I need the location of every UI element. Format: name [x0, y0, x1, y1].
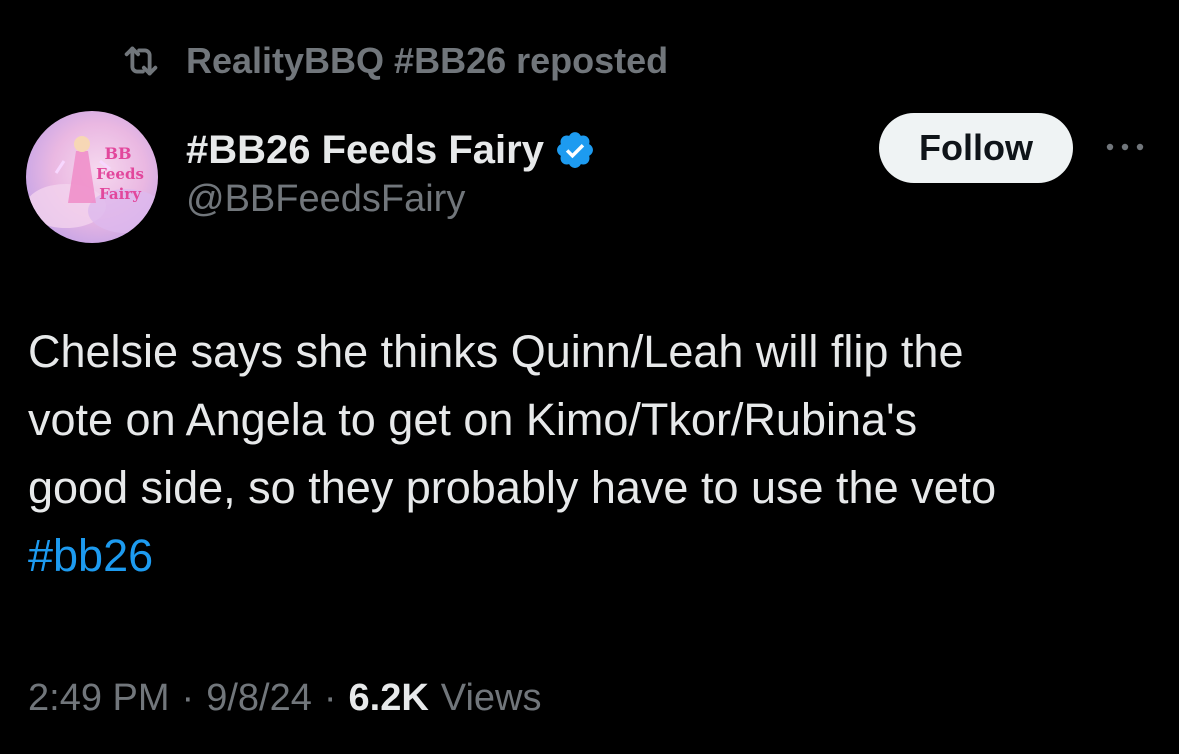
author-handle[interactable]: @BBFeedsFairy [186, 178, 465, 221]
tweet-text-line: Chelsie says she thinks Quinn/Leah will … [28, 326, 964, 377]
tweet-text-line: vote on Angela to get on Kimo/Tkor/Rubin… [28, 394, 918, 445]
more-options-icon[interactable] [1102, 132, 1148, 162]
tweet-date[interactable]: 9/8/24 [206, 677, 312, 720]
meta-separator: · [323, 676, 337, 719]
hashtag-link[interactable]: #bb26 [28, 530, 153, 581]
views-count: 6.2K [348, 676, 429, 719]
verified-badge-icon[interactable] [554, 129, 596, 171]
follow-button[interactable]: Follow [879, 113, 1073, 183]
avatar-image: BB Feeds Fairy [26, 136, 158, 233]
author-display-name[interactable]: #BB26 Feeds Fairy [186, 128, 544, 173]
author-name-row[interactable]: #BB26 Feeds Fairy [186, 120, 596, 180]
avatar-text-fairy: Fairy [99, 185, 142, 203]
avatar-text-bb: BB [104, 144, 131, 163]
tweet-meta: 2:49 PM · 9/8/24 · 6.2K Views [28, 672, 541, 724]
tweet-time[interactable]: 2:49 PM [28, 677, 170, 720]
avatar[interactable]: BB Feeds Fairy [26, 111, 158, 243]
meta-separator: · [181, 676, 195, 719]
views-label: Views [440, 676, 542, 719]
tweet-text-line: good side, so they probably have to use … [28, 462, 997, 513]
repost-icon [118, 38, 164, 84]
avatar-text-feeds: Feeds [96, 165, 144, 183]
tweet-text: Chelsie says she thinks Quinn/Leah will … [28, 318, 1148, 590]
repost-label: RealityBBQ #BB26 reposted [186, 40, 669, 81]
repost-header[interactable]: RealityBBQ #BB26 reposted [118, 38, 668, 84]
